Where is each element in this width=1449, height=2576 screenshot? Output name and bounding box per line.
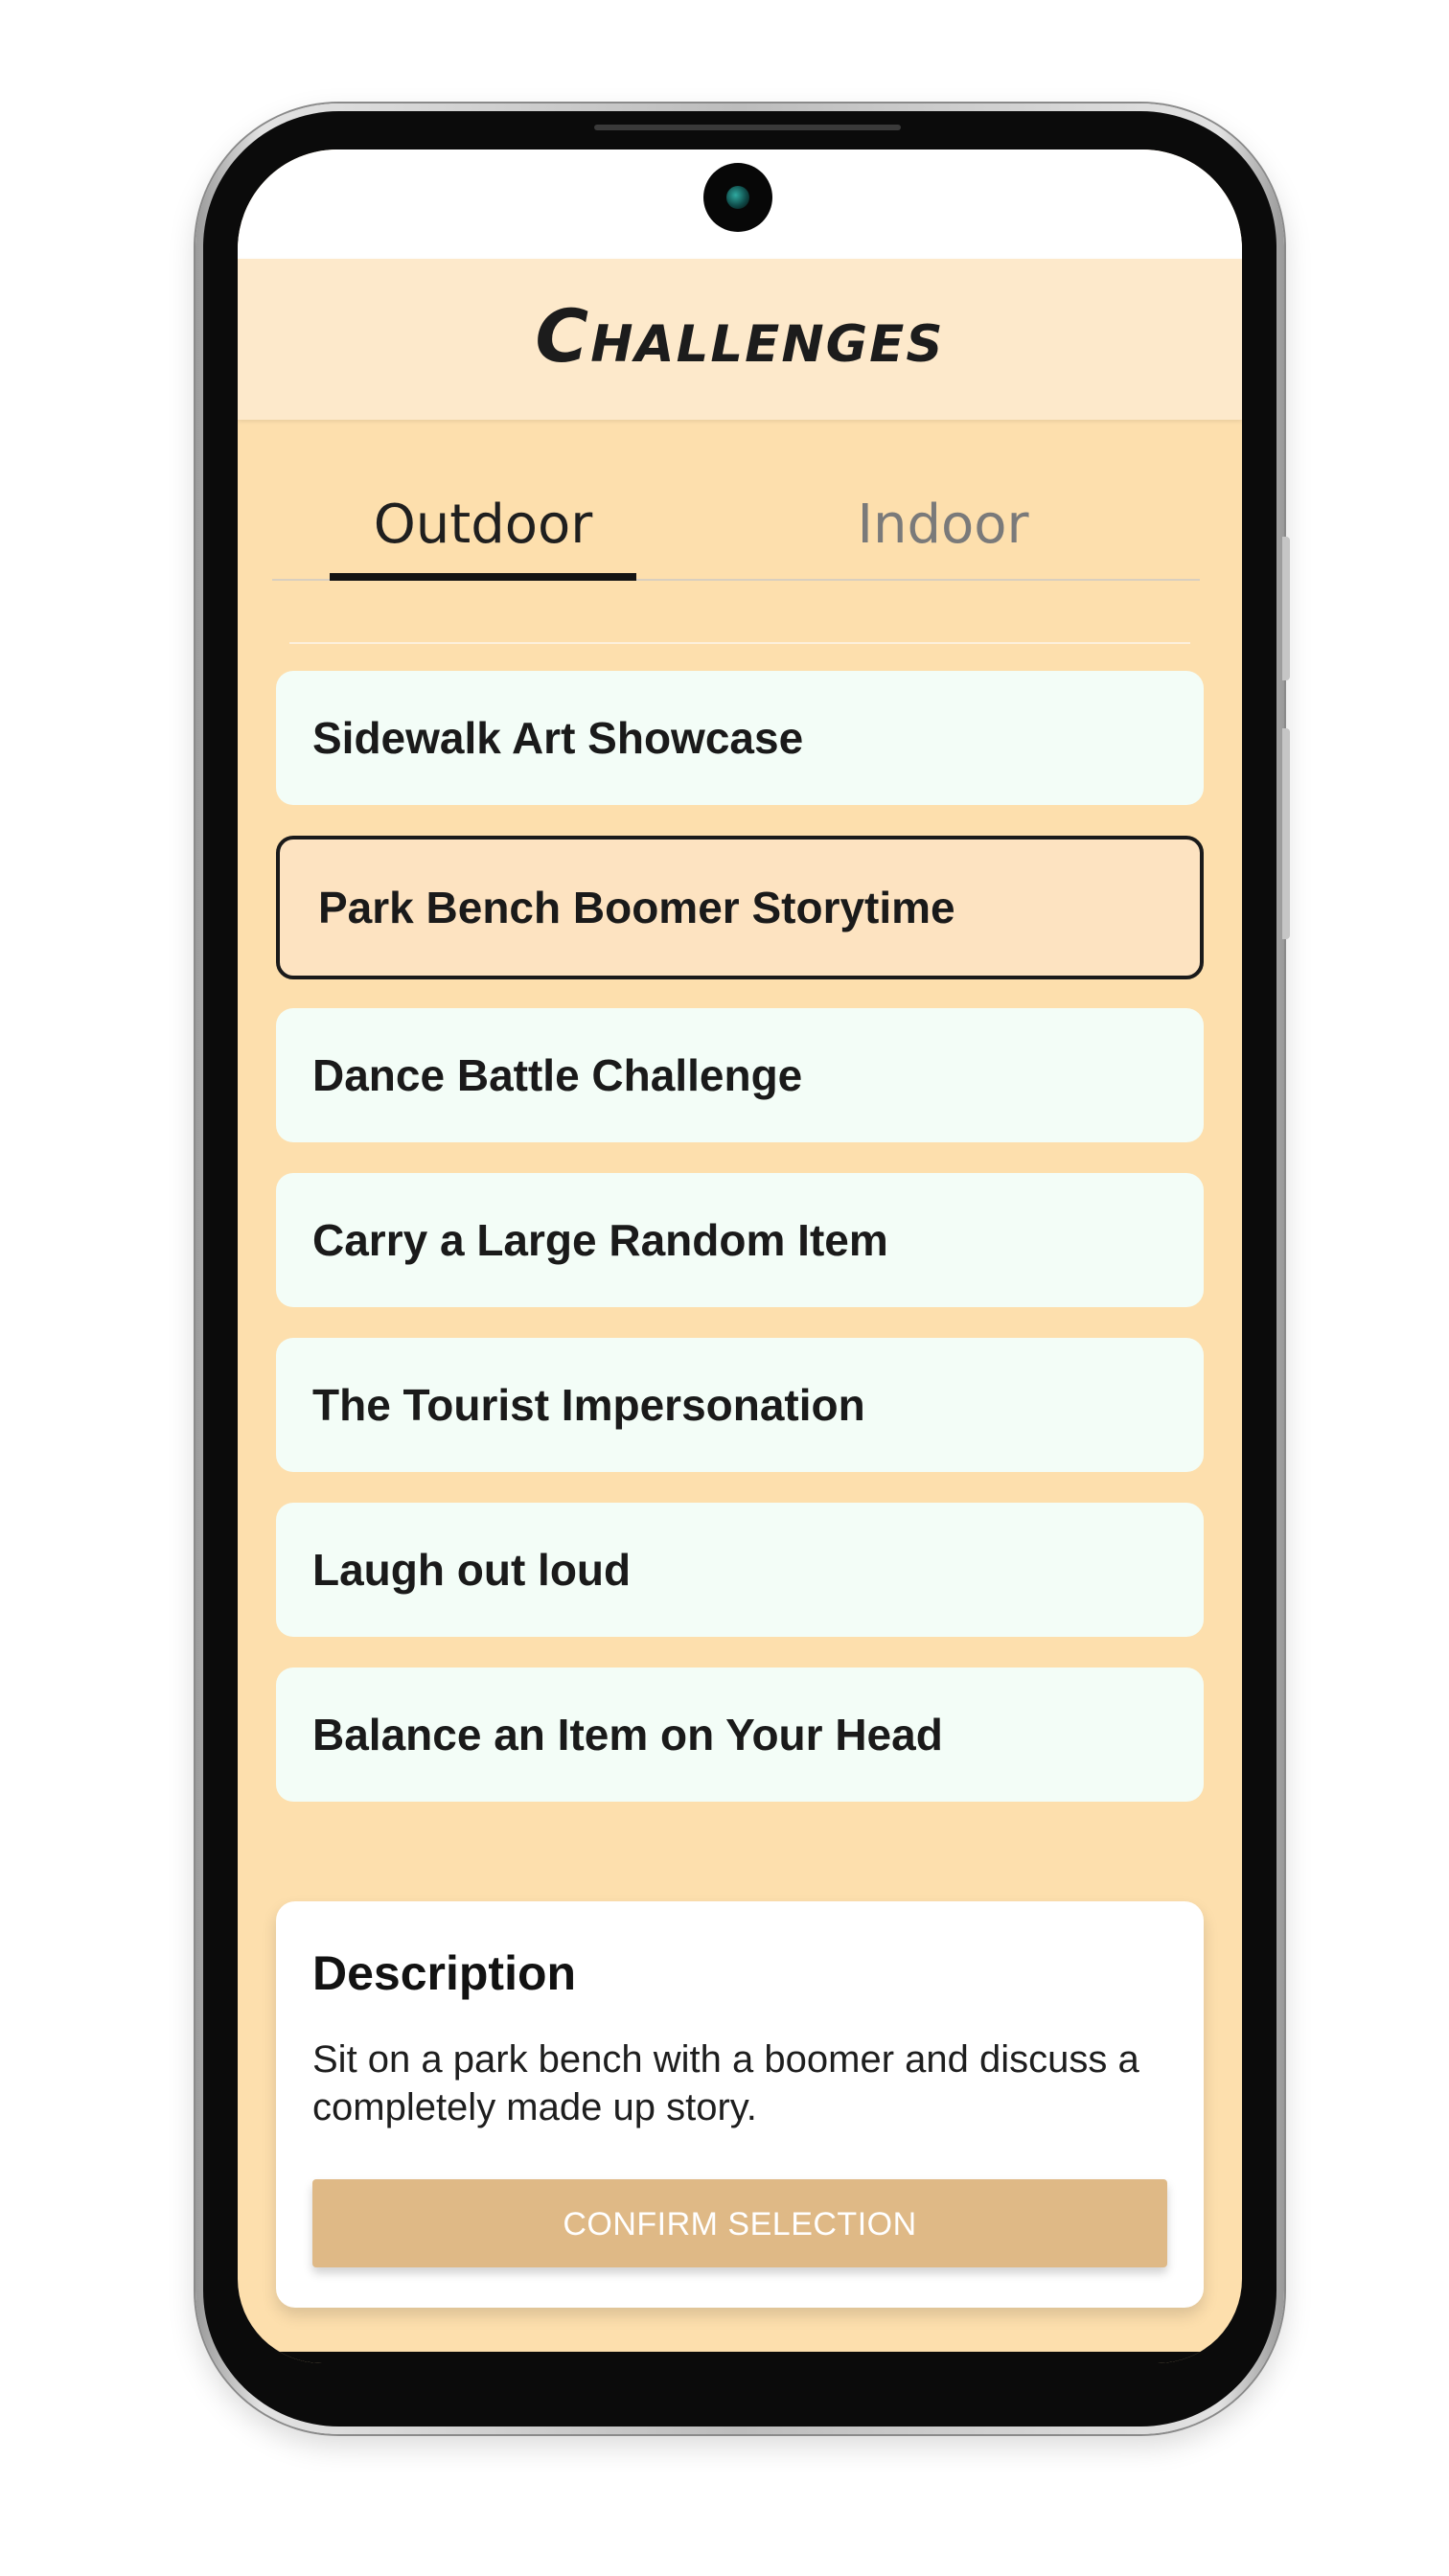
volume-button (1282, 537, 1290, 680)
description-text: Sit on a park bench with a boomer and di… (312, 2038, 1139, 2128)
challenge-label: Carry a Large Random Item (312, 1215, 888, 1265)
challenge-label: Park Bench Boomer Storytime (318, 883, 955, 932)
power-button (1282, 728, 1290, 939)
challenge-item[interactable]: Laugh out loud (276, 1503, 1204, 1637)
active-tab-indicator (330, 573, 636, 581)
tab-bar: Outdoor Indoor (272, 475, 1200, 581)
challenge-item[interactable]: Carry a Large Random Item (276, 1173, 1204, 1307)
challenge-item[interactable]: Sidewalk Art Showcase (276, 671, 1204, 805)
front-camera-icon (703, 163, 772, 232)
challenge-label: Dance Battle Challenge (312, 1050, 803, 1100)
page-title: Challenges (535, 293, 945, 379)
speaker-slot (594, 125, 901, 130)
description-card: Description Sit on a park bench with a b… (276, 1901, 1204, 2308)
app-screen: Challenges Outdoor Indoor Sidewalk Art S… (238, 150, 1242, 2363)
description-title: Description (312, 1946, 577, 2000)
tab-indoor-label: Indoor (857, 494, 1029, 556)
status-bar (238, 150, 1242, 259)
tab-outdoor-label: Outdoor (373, 494, 593, 556)
challenge-item-selected[interactable]: Park Bench Boomer Storytime (276, 836, 1204, 979)
challenge-label: Laugh out loud (312, 1545, 632, 1595)
challenge-item[interactable]: Dance Battle Challenge (276, 1008, 1204, 1142)
tab-indoor[interactable]: Indoor (790, 475, 1096, 579)
app-header: Challenges (238, 259, 1242, 420)
challenge-label: Sidewalk Art Showcase (312, 713, 804, 763)
list-divider (289, 642, 1190, 644)
confirm-selection-button[interactable]: CONFIRM SELECTION (312, 2179, 1167, 2267)
challenge-item[interactable]: Balance an Item on Your Head (276, 1668, 1204, 1802)
challenge-item[interactable]: The Tourist Impersonation (276, 1338, 1204, 1472)
tab-outdoor[interactable]: Outdoor (330, 475, 636, 581)
challenge-label: Balance an Item on Your Head (312, 1710, 943, 1760)
camera-lens (726, 186, 749, 209)
challenge-label: The Tourist Impersonation (312, 1380, 865, 1430)
bottom-bezel (238, 2352, 1242, 2363)
